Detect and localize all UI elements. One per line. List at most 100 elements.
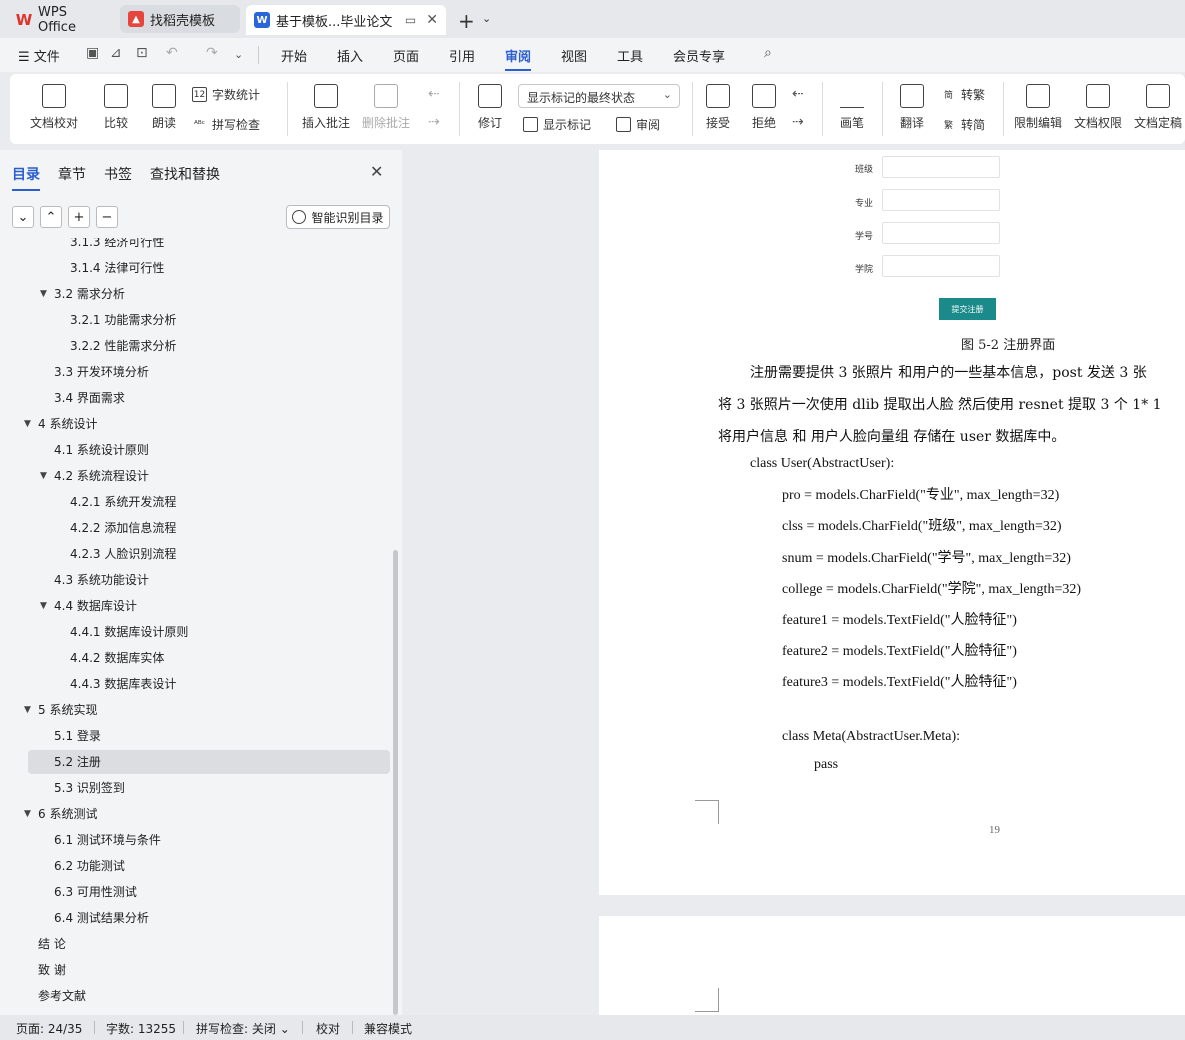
markup-state-select[interactable]: 显示标记的最终状态 ⌄ [518, 84, 680, 108]
insert-comment-button[interactable]: 插入批注 [300, 74, 352, 131]
nav-tab-toc[interactable]: 目录 [12, 164, 40, 191]
doc-permission-button[interactable]: 文档权限 [1072, 74, 1124, 131]
toc-item[interactable]: ▼ 6 系统测试 [0, 802, 392, 826]
new-tab-icon[interactable]: + [458, 9, 475, 33]
read-aloud-button[interactable]: 朗读 [146, 74, 182, 131]
toc-item[interactable]: 4.2.1 系统开发流程 [0, 490, 392, 514]
toc-item[interactable]: 4.4.1 数据库设计原则 [0, 620, 392, 644]
print-preview-icon[interactable]: ⊡ [136, 45, 148, 61]
toc-item[interactable]: 6.3 可用性测试 [0, 880, 392, 904]
spell-check-button[interactable]: ᴬᴮᶜ 拼写检查 [192, 116, 260, 133]
page-indicator[interactable]: 页面: 24/35 [16, 1020, 82, 1037]
collapse-arrow-icon[interactable]: ▼ [24, 412, 31, 436]
to-traditional-button[interactable]: 简 转繁 [941, 86, 985, 103]
menu-item-tools[interactable]: 工具 [617, 46, 643, 65]
doc-finalize-button[interactable]: 文档定稿 [1132, 74, 1184, 131]
collapse-arrow-icon[interactable]: ▼ [40, 282, 47, 306]
nav-tab-bookmarks[interactable]: 书签 [104, 164, 132, 184]
collapse-arrow-icon[interactable]: ▼ [24, 802, 31, 826]
toc-item[interactable]: 5.2 注册 [28, 750, 390, 774]
previous-change-icon[interactable]: ⇠ [792, 86, 804, 102]
show-markup-button[interactable]: 显示标记 [523, 116, 591, 133]
nav-scrollbar[interactable] [393, 550, 398, 1015]
collapse-arrow-icon[interactable]: ▼ [40, 594, 47, 618]
menu-item-review[interactable]: 审阅 [505, 46, 532, 71]
toc-item[interactable]: ▼ 4.2 系统流程设计 [0, 464, 392, 488]
pen-button[interactable]: 画笔 [834, 74, 870, 131]
tab-wps-office[interactable]: W WPS Office [8, 5, 112, 35]
menu-item-insert[interactable]: 插入 [337, 46, 363, 65]
save-icon[interactable]: ▣ [86, 45, 99, 61]
window-icon[interactable]: ▭ [405, 13, 416, 27]
smart-toc-button[interactable]: 智能识别目录 [286, 205, 390, 229]
document-page-next[interactable] [599, 916, 1185, 1015]
toc-item[interactable]: 结 论 [0, 932, 392, 956]
export-icon[interactable]: ⊿ [110, 45, 122, 61]
toc-item[interactable]: 3.2.2 性能需求分析 [0, 334, 392, 358]
toc-item[interactable]: 3.1.3 经济可行性 [0, 238, 392, 254]
previous-comment-icon[interactable]: ⇠ [428, 86, 440, 102]
nav-tab-find-replace[interactable]: 查找和替换 [150, 164, 220, 184]
toc-item[interactable]: ▼ 5 系统实现 [0, 698, 392, 722]
close-icon[interactable]: ✕ [370, 162, 383, 181]
toc-item[interactable]: 4.4.3 数据库表设计 [0, 672, 392, 696]
menu-item-view[interactable]: 视图 [561, 46, 587, 65]
next-comment-icon[interactable]: ⇢ [428, 114, 440, 130]
toc-item[interactable]: 6.1 测试环境与条件 [0, 828, 392, 852]
chevron-down-icon[interactable]: ⌄ [482, 12, 491, 25]
collapse-arrow-icon[interactable]: ▼ [40, 464, 47, 488]
toc-item[interactable]: 3.4 界面需求 [0, 386, 392, 410]
file-menu[interactable]: ☰ 文件 [18, 46, 60, 65]
review-pane-button[interactable]: 审阅 [616, 116, 660, 133]
search-icon[interactable]: ⌕ [764, 45, 772, 61]
menu-item-page[interactable]: 页面 [393, 46, 419, 65]
toc-item[interactable]: 3.2.1 功能需求分析 [0, 308, 392, 332]
spell-check-status[interactable]: 拼写检查: 关闭 ⌄ [196, 1020, 290, 1037]
nav-tab-chapters[interactable]: 章节 [58, 164, 86, 184]
toc-item[interactable]: 5.3 识别签到 [0, 776, 392, 800]
to-simplified-button[interactable]: 繁 转简 [941, 116, 985, 133]
minus-icon[interactable]: − [96, 206, 118, 228]
toc-item[interactable]: 3.3 开发环境分析 [0, 360, 392, 384]
toc-item[interactable]: 5.1 登录 [0, 724, 392, 748]
tab-document[interactable]: W 基于模板...毕业论文 ▭ ✕ [246, 5, 446, 35]
close-icon[interactable]: ✕ [426, 12, 438, 28]
collapse-arrow-icon[interactable]: ▼ [24, 698, 31, 722]
collapse-chevron-icon[interactable]: ⌄ [12, 206, 34, 228]
toc-item[interactable]: 4.3 系统功能设计 [0, 568, 392, 592]
proofread-status[interactable]: 校对 [316, 1020, 340, 1037]
toc-item[interactable]: 参考文献 [0, 984, 392, 1008]
toc-item[interactable]: 4.2.2 添加信息流程 [0, 516, 392, 540]
word-count-button[interactable]: 12 字数统计 [192, 86, 260, 103]
toc-item[interactable]: ▼ 4.4 数据库设计 [0, 594, 392, 618]
tab-daoke-templates[interactable]: ▲ 找稻壳模板 [120, 5, 240, 33]
reject-button[interactable]: 拒绝 [744, 74, 784, 131]
word-count-indicator[interactable]: 字数: 13255 [106, 1020, 176, 1037]
toc-item[interactable]: 4.1 系统设计原则 [0, 438, 392, 462]
translate-button[interactable]: 翻译 [890, 74, 934, 131]
redo-icon[interactable]: ↷ [206, 45, 218, 61]
doc-check-button[interactable]: 文档校对 [28, 74, 80, 131]
next-change-icon[interactable]: ⇢ [792, 114, 804, 130]
add-icon[interactable]: + [68, 206, 90, 228]
toc-item[interactable]: ▼ 3.2 需求分析 [0, 282, 392, 306]
menu-item-home[interactable]: 开始 [281, 46, 307, 65]
expand-chevron-icon[interactable]: ⌃ [40, 206, 62, 228]
accept-button[interactable]: 接受 [698, 74, 738, 131]
undo-icon[interactable]: ↶ [166, 45, 178, 61]
chevron-down-icon[interactable]: ⌄ [234, 48, 243, 61]
toc-item[interactable]: 4.4.2 数据库实体 [0, 646, 392, 670]
menu-item-references[interactable]: 引用 [449, 46, 475, 65]
toc-item[interactable]: 3.1.4 法律可行性 [0, 256, 392, 280]
document-page[interactable]: 班级 专业 学号 学院 提交注册 图 5-2 注册界面 注册需要提供 3 张照片… [599, 150, 1185, 895]
restrict-edit-button[interactable]: 限制编辑 [1012, 74, 1064, 131]
toc-item[interactable]: 6.2 功能测试 [0, 854, 392, 878]
menu-item-member[interactable]: 会员专享 [673, 46, 725, 65]
track-changes-button[interactable]: 修订 [470, 74, 510, 131]
toc-item[interactable]: 致 谢 [0, 958, 392, 982]
compare-button[interactable]: 比较 [96, 74, 136, 131]
toc-item[interactable]: 4.2.3 人脸识别流程 [0, 542, 392, 566]
toc-item[interactable]: 6.4 测试结果分析 [0, 906, 392, 930]
delete-comment-button[interactable]: 删除批注 [360, 74, 412, 131]
toc-item[interactable]: ▼ 4 系统设计 [0, 412, 392, 436]
